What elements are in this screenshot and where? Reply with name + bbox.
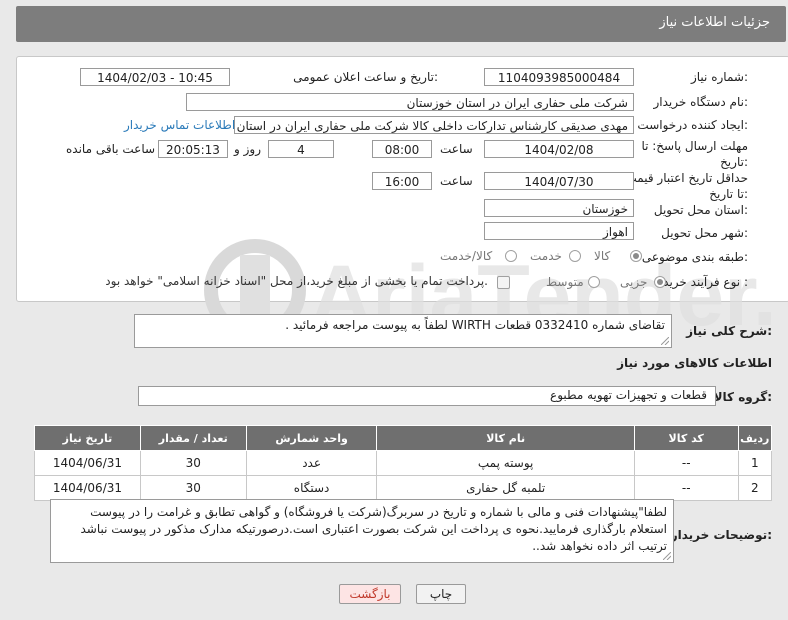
col-header-item-name: نام کالا <box>376 425 635 451</box>
table-cell: 30 <box>139 475 247 501</box>
category-label: طبقه بندی موضوعی: <box>641 250 748 264</box>
announce-label: تاریخ و ساعت اعلان عمومی: <box>293 70 438 84</box>
remaining-time-label: ساعت باقی مانده <box>66 142 156 156</box>
price-validity-label: حداقل تاریخ اعتبار قیمت: تا تاریخ: <box>621 171 748 201</box>
goods-section-title: اطلاعات کالاهای مورد نیاز <box>617 356 772 370</box>
table-cell: 1404/06/31 <box>34 475 141 501</box>
table-cell: عدد <box>245 450 378 476</box>
table-cell: 1 <box>737 450 773 476</box>
table-cell: -- <box>633 475 739 501</box>
back-button[interactable]: بازگشت <box>339 584 401 604</box>
deadline-label: مهلت ارسال پاسخ: تا تاریخ: <box>641 139 748 169</box>
description-label: شرح کلی نیاز: <box>686 324 772 338</box>
print-button[interactable]: چاپ <box>416 584 466 604</box>
buyer-notes-label: توضیحات خریدار: <box>670 528 772 542</box>
remaining-time-field: 20:05:13 <box>158 140 228 158</box>
city-label: شهر محل تحویل: <box>661 226 748 240</box>
buyer-org-label: نام دستگاه خریدار: <box>653 95 749 109</box>
requester-label: ایجاد کننده درخواست: <box>637 118 748 132</box>
price-validity-time-field: 16:00 <box>372 172 432 190</box>
table-cell: تلمبه گل حفاری <box>376 475 635 501</box>
province-field: خوزستان <box>484 199 634 217</box>
process-option-medium: متوسط <box>546 275 584 289</box>
province-label: استان محل تحویل: <box>653 203 748 217</box>
col-header-quantity: تعداد / مقدار <box>139 425 247 451</box>
page-header: جزئیات اطلاعات نیاز <box>16 6 786 42</box>
deadline-time-label: ساعت <box>440 142 473 156</box>
table-cell: پوسته پمپ <box>376 450 635 476</box>
description-text: تقاضای شماره 0332410 قطعات WIRTH لطفاً ب… <box>285 318 665 332</box>
category-radio-goods-service[interactable] <box>505 250 517 262</box>
treasury-payment-note: پرداخت تمام یا بخشی از مبلغ خرید،از محل … <box>105 274 488 288</box>
table-cell: -- <box>633 450 739 476</box>
need-number-field: 1104093985000484 <box>484 68 634 86</box>
requester-field: مهدی صدیقی کارشناس تدارکات داخلی کالا شر… <box>234 116 634 134</box>
category-option-goods-service: کالا/خدمت <box>440 249 493 263</box>
buyer-contact-link[interactable]: اطلاعات تماس خریدار <box>124 118 235 132</box>
table-row: 1 -- پوسته پمپ عدد 30 1404/06/31 <box>34 450 773 476</box>
col-header-unit: واحد شمارش <box>245 425 378 451</box>
process-radio-medium[interactable] <box>588 276 600 288</box>
category-radio-service[interactable] <box>569 250 581 262</box>
city-field: اهواز <box>484 222 634 240</box>
goods-group-field: قطعات و تجهیزات تهویه مطبوع <box>138 386 716 406</box>
buyer-org-field: شرکت ملی حفاری ایران در استان خوزستان <box>186 93 634 111</box>
deadline-date-field: 1404/02/08 <box>484 140 634 158</box>
buyer-notes-field: لطفا"پیشنهادات فنی و مالی با شماره و تار… <box>50 499 674 563</box>
table-cell: 2 <box>737 475 773 501</box>
days-label: روز و <box>234 142 261 156</box>
buyer-notes-text: لطفا"پیشنهادات فنی و مالی با شماره و تار… <box>80 505 668 553</box>
category-option-service: خدمت <box>530 249 562 263</box>
deadline-time-field: 08:00 <box>372 140 432 158</box>
col-header-need-date: تاریخ نیاز <box>34 425 141 451</box>
treasury-payment-checkbox[interactable] <box>497 276 510 289</box>
table-row: 2 -- تلمبه گل حفاری دستگاه 30 1404/06/31 <box>34 475 773 501</box>
resize-grip-icon[interactable] <box>663 552 671 560</box>
col-header-row-number: ردیف <box>737 425 773 451</box>
category-radio-goods[interactable] <box>630 250 642 262</box>
table-cell: 1404/06/31 <box>34 450 141 476</box>
need-number-label: شماره نیاز: <box>690 70 748 84</box>
goods-group-label: گروه کالا: <box>713 390 772 404</box>
goods-table: ردیف کد کالا نام کالا واحد شمارش تعداد /… <box>34 425 773 501</box>
process-radio-minor[interactable] <box>654 276 666 288</box>
process-option-minor: جزیی <box>620 275 648 289</box>
table-cell: دستگاه <box>245 475 378 501</box>
table-header-row: ردیف کد کالا نام کالا واحد شمارش تعداد /… <box>34 425 773 451</box>
resize-grip-icon[interactable] <box>661 337 669 345</box>
category-option-goods: کالا <box>594 249 611 263</box>
days-field: 4 <box>268 140 334 158</box>
price-validity-time-label: ساعت <box>440 174 473 188</box>
page-title: جزئیات اطلاعات نیاز <box>659 15 770 30</box>
description-field: تقاضای شماره 0332410 قطعات WIRTH لطفاً ب… <box>134 314 672 348</box>
col-header-item-code: کد کالا <box>633 425 739 451</box>
process-type-label: نوع فرآیند خرید : <box>663 275 748 289</box>
table-cell: 30 <box>139 450 247 476</box>
announce-datetime-field: 1404/02/03 - 10:45 <box>80 68 230 86</box>
price-validity-date-field: 1404/07/30 <box>484 172 634 190</box>
